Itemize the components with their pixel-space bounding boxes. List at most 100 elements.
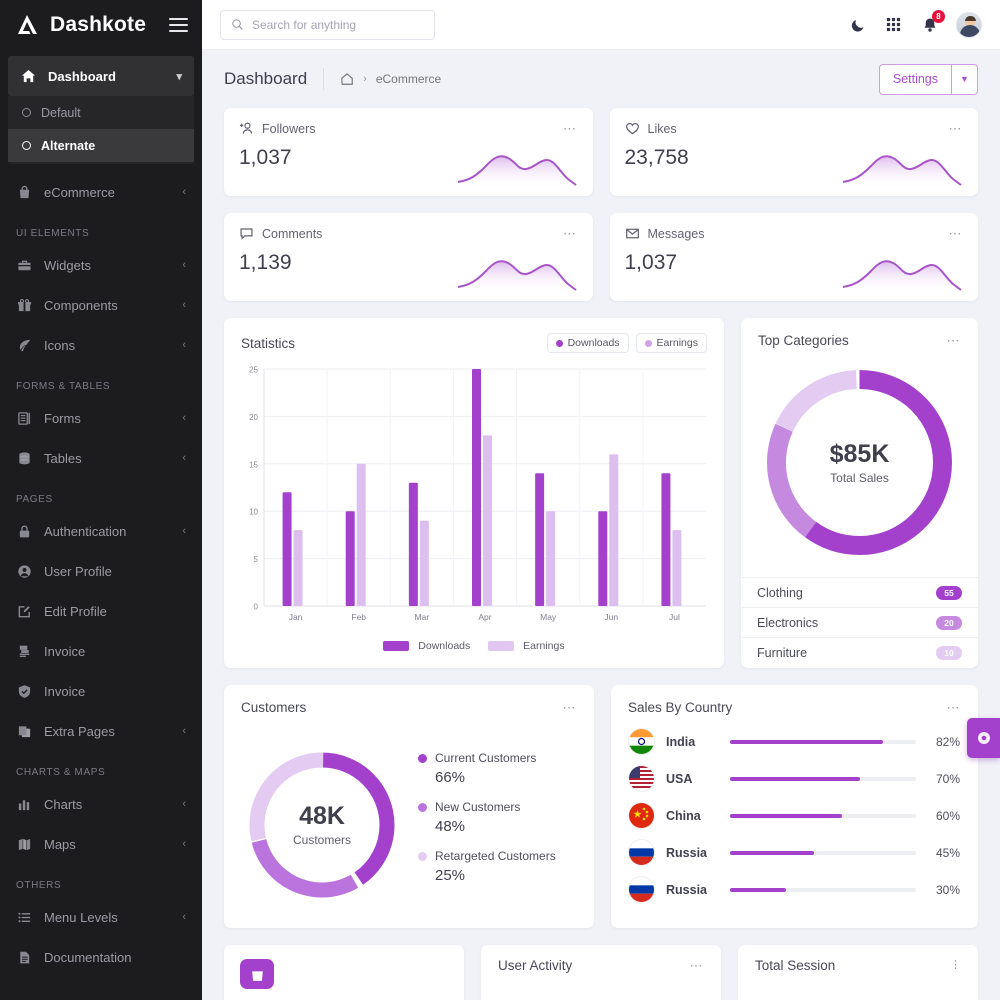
sidebar-item-authentication[interactable]: Authentication ‹ <box>0 511 202 551</box>
chevron-down-icon[interactable]: ▾ <box>176 70 182 83</box>
sidebar-item-invoice-2-label: Invoice <box>44 683 86 699</box>
search-icon <box>231 18 244 31</box>
avatar[interactable] <box>956 11 982 38</box>
progress-track <box>730 813 916 818</box>
country-percent: 45% <box>935 845 960 860</box>
sidebar-item-edit-profile-label: Edit Profile <box>44 603 107 619</box>
svg-text:5: 5 <box>254 555 259 564</box>
legend-pill-downloads[interactable]: Downloads <box>546 333 629 353</box>
sidebar-item-extra-pages[interactable]: Extra Pages ‹ <box>0 711 202 751</box>
chevron-left-icon[interactable]: ‹ <box>182 339 186 351</box>
page-title: Dashboard <box>224 69 308 88</box>
chevron-left-icon[interactable]: ‹ <box>182 525 186 537</box>
legend-pill-earnings[interactable]: Earnings <box>635 333 707 353</box>
more-dots-icon[interactable]: ⋯ <box>563 227 578 240</box>
grid-apps-icon[interactable] <box>884 15 903 34</box>
legend-dot-new <box>418 802 427 812</box>
country-percent: 70% <box>935 771 960 786</box>
list-item[interactable]: Electronics 20 <box>741 608 978 638</box>
sidebar-item-charts[interactable]: Charts ‹ <box>0 784 202 824</box>
sidebar-item-ecommerce[interactable]: eCommerce ‹ <box>0 172 202 212</box>
sidebar-item-edit-profile[interactable]: Edit Profile <box>0 591 202 631</box>
list-item[interactable]: Clothing 55 <box>741 578 978 608</box>
table-row: USA 70% <box>611 760 978 797</box>
moon-icon[interactable] <box>848 15 867 34</box>
more-dots-icon[interactable]: ⋯ <box>949 122 964 135</box>
invoice-icon <box>16 643 33 660</box>
sidebar-item-alternate[interactable]: Alternate <box>8 129 194 162</box>
sidebar-item-forms[interactable]: Forms ‹ <box>0 398 202 438</box>
breadcrumb-current[interactable]: eCommerce <box>376 72 441 86</box>
dashboard-content: Followers ⋯ 1,037 Likes ⋯ 23,758 Comment… <box>202 108 1000 1000</box>
table-row: China 60% <box>611 797 978 834</box>
customers-title: Customers <box>241 700 307 715</box>
sidebar-item-menu-levels[interactable]: Menu Levels ‹ <box>0 897 202 937</box>
more-dots-icon[interactable]: ⋯ <box>690 959 705 972</box>
more-dots-icon[interactable]: ⋯ <box>563 701 578 714</box>
country-name: India <box>666 734 696 749</box>
stat-card-likes: Likes ⋯ 23,758 <box>609 108 978 196</box>
comment-icon <box>239 226 254 241</box>
hamburger-menu-icon[interactable] <box>169 18 188 32</box>
legend-entry-downloads[interactable]: Downloads <box>383 640 470 652</box>
database-icon <box>16 450 33 467</box>
caret-down-icon[interactable]: ▼ <box>952 63 978 95</box>
chevron-left-icon[interactable]: ‹ <box>182 911 186 923</box>
stat-card-label: Likes <box>647 121 677 136</box>
list-item[interactable]: Furniture 10 <box>741 638 978 668</box>
sidebar-item-widgets-label: Widgets <box>44 257 91 273</box>
sidebar-item-invoice-2[interactable]: Invoice <box>0 671 202 711</box>
sidebar-item-forms-label: Forms <box>44 410 81 426</box>
stat-card-header: Messages ⋯ <box>610 213 979 241</box>
progress-fill <box>730 739 883 744</box>
sidebar-item-default[interactable]: Default <box>8 96 194 129</box>
more-dots-icon[interactable]: ⋯ <box>947 334 962 347</box>
chevron-left-icon[interactable]: ‹ <box>182 186 186 198</box>
gear-settings-icon[interactable] <box>967 718 1000 758</box>
statistics-card: Statistics Downloads Earnings 0 5 10 15 … <box>224 318 724 668</box>
chevron-left-icon[interactable]: ‹ <box>182 412 186 424</box>
search-box[interactable] <box>220 9 435 40</box>
more-dots-icon[interactable]: ⋯ <box>563 122 578 135</box>
status-badge: 20 <box>936 615 962 630</box>
legend-dot-retargeted <box>418 851 427 861</box>
country-name: Russia <box>666 882 707 897</box>
more-vertical-icon[interactable]: ⋮ <box>950 960 961 971</box>
chevron-left-icon[interactable]: ‹ <box>182 452 186 464</box>
sidebar-item-invoice-1[interactable]: Invoice <box>0 631 202 671</box>
sidebar-section-pages: PAGES <box>16 494 53 505</box>
chevron-left-icon[interactable]: ‹ <box>182 798 186 810</box>
add-user-icon <box>239 121 254 136</box>
svg-text:Apr: Apr <box>478 612 491 622</box>
sidebar-item-documentation[interactable]: Documentation <box>0 937 202 977</box>
country-percent: 82% <box>935 734 960 749</box>
chevron-left-icon[interactable]: ‹ <box>182 838 186 850</box>
chevron-left-icon[interactable]: ‹ <box>182 725 186 737</box>
list-item: Current Customers 66% <box>418 751 556 786</box>
statistics-legend-pills: Downloads Earnings <box>546 333 707 353</box>
svg-text:Mar: Mar <box>415 612 430 622</box>
chevron-left-icon[interactable]: ‹ <box>182 259 186 271</box>
sidebar-item-tables[interactable]: Tables ‹ <box>0 438 202 478</box>
home-icon[interactable] <box>340 72 354 86</box>
more-dots-icon[interactable]: ⋯ <box>949 227 964 240</box>
top-categories-donut-center: $85K Total Sales <box>830 440 890 485</box>
sidebar-item-user-profile[interactable]: User Profile <box>0 551 202 591</box>
briefcase-icon <box>16 257 33 274</box>
total-session-title: Total Session <box>755 958 836 973</box>
settings-button[interactable]: Settings <box>878 63 952 95</box>
more-dots-icon[interactable]: ⋯ <box>947 701 962 714</box>
legend-entry-earnings[interactable]: Earnings <box>488 640 565 652</box>
sidebar-item-dashboard[interactable]: Dashboard ▾ <box>8 56 194 96</box>
app-root: Dashkote Dashboard ▾ Default Alternate e… <box>0 0 1000 1000</box>
bell-icon[interactable]: 8 <box>920 10 945 34</box>
statistics-legend-bottom: Downloads Earnings <box>224 640 724 652</box>
sidebar-item-icons[interactable]: Icons ‹ <box>0 325 202 365</box>
sidebar-item-authentication-label: Authentication <box>44 523 127 539</box>
sidebar-item-maps[interactable]: Maps ‹ <box>0 824 202 864</box>
list-icon <box>16 909 33 926</box>
search-input[interactable] <box>252 17 424 32</box>
chevron-left-icon[interactable]: ‹ <box>182 299 186 311</box>
sidebar-item-widgets[interactable]: Widgets ‹ <box>0 245 202 285</box>
sidebar-item-components[interactable]: Components ‹ <box>0 285 202 325</box>
